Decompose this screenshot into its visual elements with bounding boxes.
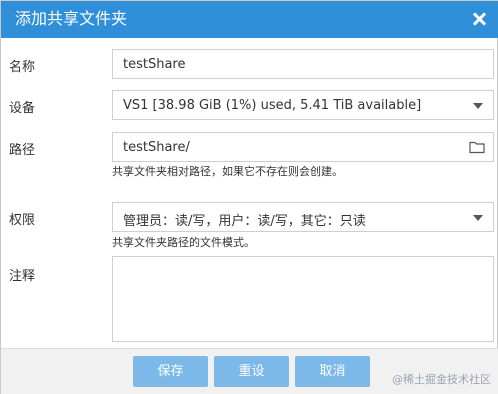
- permission-select[interactable]: 管理员：读/写，用户：读/写，其它：只读: [112, 202, 494, 232]
- folder-icon[interactable]: [469, 140, 485, 154]
- cancel-button[interactable]: 取消: [295, 356, 370, 387]
- path-hint: 共享文件夹相对路径，如果它不存在则会创建。: [112, 165, 343, 178]
- path-label: 路径: [9, 143, 36, 158]
- dialog-title: 添加共享文件夹: [15, 9, 128, 28]
- name-field[interactable]: testShare: [112, 49, 494, 79]
- save-button[interactable]: 保存: [133, 356, 208, 387]
- add-shared-folder-dialog: 添加共享文件夹 名称 testShare 设备 VS1 [38.98 GiB (…: [0, 0, 498, 394]
- device-select[interactable]: VS1 [38.98 GiB (1%) used, 5.41 TiB avail…: [112, 90, 494, 120]
- chevron-down-icon[interactable]: [473, 215, 483, 221]
- permission-hint: 共享文件夹路径的文件模式。: [112, 236, 255, 249]
- comment-textarea[interactable]: [112, 256, 494, 342]
- watermark: @稀土掘金技术社区: [392, 373, 491, 386]
- reset-button[interactable]: 重设: [214, 356, 289, 387]
- comment-label: 注释: [9, 269, 36, 284]
- permission-value: 管理员：读/写，用户：读/写，其它：只读: [123, 214, 366, 229]
- path-value: testShare/: [123, 140, 190, 155]
- close-icon[interactable]: [469, 9, 489, 29]
- chevron-down-icon[interactable]: [473, 103, 483, 109]
- device-label: 设备: [9, 101, 36, 116]
- permission-label: 权限: [9, 213, 36, 228]
- name-value: testShare: [123, 57, 186, 72]
- name-label: 名称: [9, 60, 36, 75]
- device-value: VS1 [38.98 GiB (1%) used, 5.41 TiB avail…: [123, 98, 422, 113]
- path-field[interactable]: testShare/: [112, 132, 494, 162]
- dialog-titlebar: 添加共享文件夹: [1, 1, 498, 38]
- dialog-footer: 保存 重设 取消 @稀土掘金技术社区: [1, 348, 498, 394]
